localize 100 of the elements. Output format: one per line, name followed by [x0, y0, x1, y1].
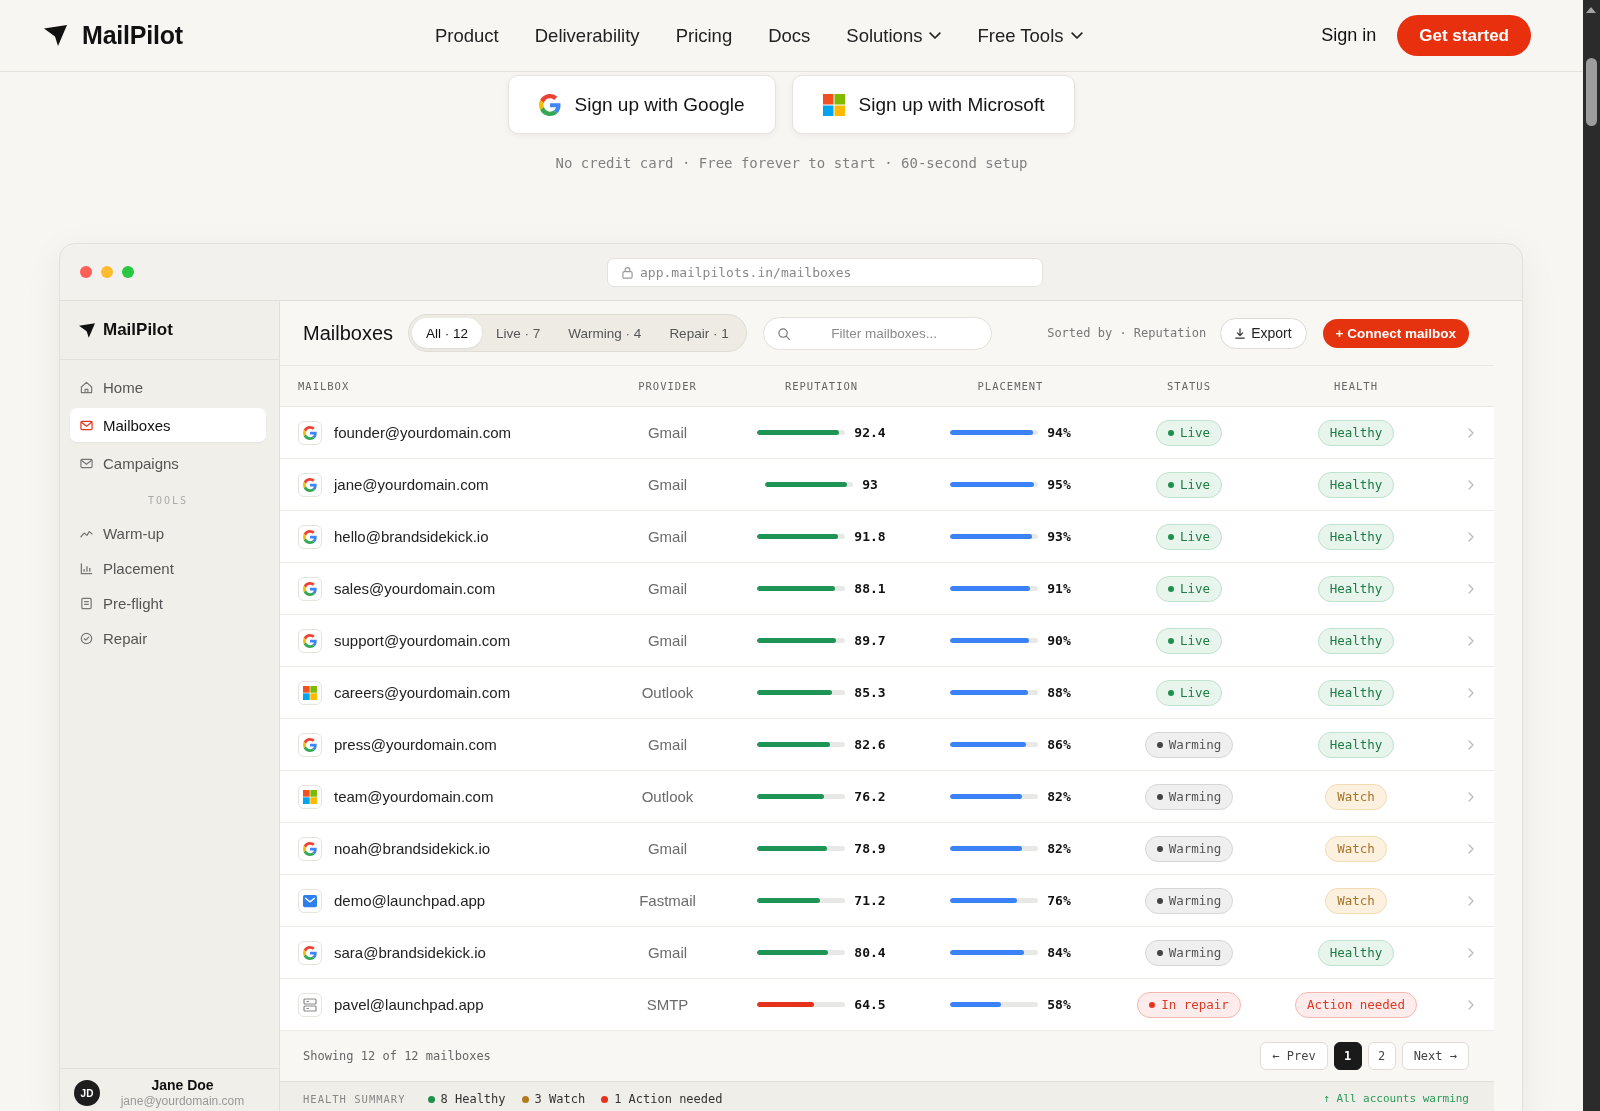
page-button[interactable]: 2 [1367, 1042, 1396, 1070]
filter-tab[interactable]: Warming · 4 [554, 318, 656, 348]
nav-link[interactable]: Deliverability [534, 24, 640, 47]
app-logo-text: MailPilot [103, 320, 173, 340]
status-dot-icon [1149, 1001, 1156, 1008]
table-row[interactable]: press@yourdomain.com Gmail 82.6 86% Warming Healthy [280, 719, 1494, 771]
filter-tab[interactable]: Repair · 1 [655, 318, 743, 348]
chevron-right-icon [1467, 791, 1474, 802]
table-row[interactable]: sara@brandsidekick.io Gmail 80.4 84% Warming Healthy [280, 927, 1494, 979]
sign-in-link[interactable]: Sign in [1321, 25, 1377, 46]
status-label: Live [1179, 529, 1211, 544]
sidebar-item[interactable]: Warm-up [70, 516, 266, 550]
summary-count: 8 Healthy [440, 1091, 506, 1107]
table-row[interactable]: careers@yourdomain.com Outlook 85.3 88% Live Healthy [280, 667, 1494, 719]
check-badge-icon [80, 631, 93, 645]
mailbox-email: demo@launchpad.app [334, 892, 486, 909]
nav-link[interactable]: Product [435, 24, 499, 47]
table-row[interactable]: jane@yourdomain.com Gmail 93 95% Live Healthy [280, 459, 1494, 511]
user-avatar[interactable]: JD [74, 1080, 100, 1106]
address-bar[interactable]: app.mailpilots.in/mailboxes [607, 257, 1043, 287]
nav-link[interactable]: Docs [768, 24, 811, 47]
table-row[interactable]: founder@yourdomain.com Gmail 92.4 94% Live Healthy [280, 407, 1494, 459]
signup-button[interactable]: Sign up with Microsoft [791, 75, 1076, 134]
g-logo-icon [298, 940, 322, 965]
get-started-button[interactable]: Get started [1397, 15, 1531, 56]
nav-link[interactable]: Free Tools [977, 24, 1083, 47]
window-button-icon[interactable] [101, 266, 113, 278]
mailbox-email: support@yourdomain.com [334, 632, 511, 649]
status-dot-icon [1167, 585, 1174, 592]
window-button-icon[interactable] [122, 266, 134, 278]
sidebar-item[interactable]: Home [70, 370, 266, 404]
provider-name: Gmail [646, 632, 689, 649]
table-row[interactable]: team@yourdomain.com Outlook 76.2 82% Warming Watch [280, 771, 1494, 823]
column-header: REPUTATION [783, 380, 860, 392]
four-squares-icon [298, 680, 322, 705]
table-row[interactable]: support@yourdomain.com Gmail 89.7 90% Live Healthy [280, 615, 1494, 667]
health-badge: Watch [1325, 835, 1387, 862]
health-badge: Healthy [1317, 679, 1395, 706]
status-label: Live [1179, 685, 1211, 700]
column-header: MAILBOX [298, 380, 351, 392]
status-label: Warming [1168, 737, 1222, 752]
mailbox-email: sales@yourdomain.com [334, 580, 496, 597]
results-count: Showing 12 of 12 mailboxes [303, 1049, 491, 1063]
window-button-icon[interactable] [80, 266, 92, 278]
nav-link[interactable]: Pricing [675, 24, 733, 47]
placement-percent: 95% [1047, 477, 1071, 492]
user-name: Jane Doe [151, 1077, 214, 1094]
table-row[interactable]: sales@yourdomain.com Gmail 88.1 91% Live Healthy [280, 563, 1494, 615]
health-badge: Healthy [1317, 471, 1395, 498]
bar-chart-icon [80, 561, 93, 575]
provider-name: Outlook [640, 788, 695, 805]
health-badge: Healthy [1317, 731, 1395, 758]
page-button[interactable]: 1 [1333, 1042, 1362, 1070]
g-logo-icon [298, 732, 322, 757]
search-field[interactable]: Filter mailboxes... [762, 316, 992, 350]
placement-percent: 91% [1047, 581, 1071, 596]
nav-link[interactable]: Solutions [846, 24, 942, 47]
reputation-score: 82.6 [854, 737, 886, 752]
placement-percent: 76% [1047, 893, 1071, 908]
status-dot-icon [1156, 741, 1163, 748]
column-header: STATUS [1166, 380, 1212, 392]
logo-link[interactable]: MailPilot [44, 21, 183, 50]
column-header: HEALTH [1333, 380, 1379, 392]
chevron-right-icon [1467, 843, 1474, 854]
status-label: Live [1179, 581, 1211, 596]
paper-plane-icon [44, 25, 67, 46]
table-row[interactable]: noah@brandsidekick.io Gmail 78.9 82% Warming Watch [280, 823, 1494, 875]
sidebar-item[interactable]: Campaigns [70, 446, 266, 480]
mailbox-email: press@yourdomain.com [334, 736, 497, 753]
reputation-score: 80.4 [854, 945, 886, 960]
sidebar-item[interactable]: Placement [70, 551, 266, 585]
user-email: jane@yourdomain.com [120, 1094, 245, 1109]
placement-percent: 82% [1047, 789, 1071, 804]
provider-name: Gmail [646, 736, 689, 753]
server-icon [298, 992, 322, 1017]
status-dot-icon [1156, 897, 1163, 904]
connect-mailbox-button[interactable]: + Connect mailbox [1322, 318, 1469, 348]
scrollbar[interactable] [1583, 0, 1600, 1111]
table-row[interactable]: hello@brandsidekick.io Gmail 91.8 93% Live Healthy [280, 511, 1494, 563]
sidebar-item[interactable]: Repair [70, 621, 266, 655]
next-page-button[interactable]: Next → [1401, 1042, 1469, 1070]
mailbox-email: sara@brandsidekick.io [334, 944, 486, 961]
previous-page-button[interactable]: ← Prev [1260, 1042, 1328, 1070]
table-row[interactable]: pavel@launchpad.app SMTP 64.5 58% In repair Action needed [280, 979, 1494, 1031]
chevron-right-icon [1467, 479, 1474, 490]
g-logo-icon [298, 472, 322, 497]
g-logo-icon [298, 524, 322, 549]
filter-tab[interactable]: Live · 7 [482, 318, 555, 348]
status-label: Warming [1168, 893, 1222, 908]
sidebar-item[interactable]: Mailboxes [70, 408, 266, 442]
status-label: Live [1179, 425, 1211, 440]
mailbox-email: team@yourdomain.com [334, 788, 494, 805]
mailbox-email: noah@brandsidekick.io [334, 840, 491, 857]
sidebar-item[interactable]: Pre-flight [70, 586, 266, 620]
filter-tab[interactable]: All · 12 [412, 318, 483, 348]
table-row[interactable]: demo@launchpad.app Fastmail 71.2 76% Warming Watch [280, 875, 1494, 927]
export-button[interactable]: Export [1220, 317, 1307, 349]
signup-button[interactable]: Sign up with Google [507, 75, 776, 134]
placement-percent: 84% [1047, 945, 1071, 960]
placement-percent: 94% [1047, 425, 1071, 440]
